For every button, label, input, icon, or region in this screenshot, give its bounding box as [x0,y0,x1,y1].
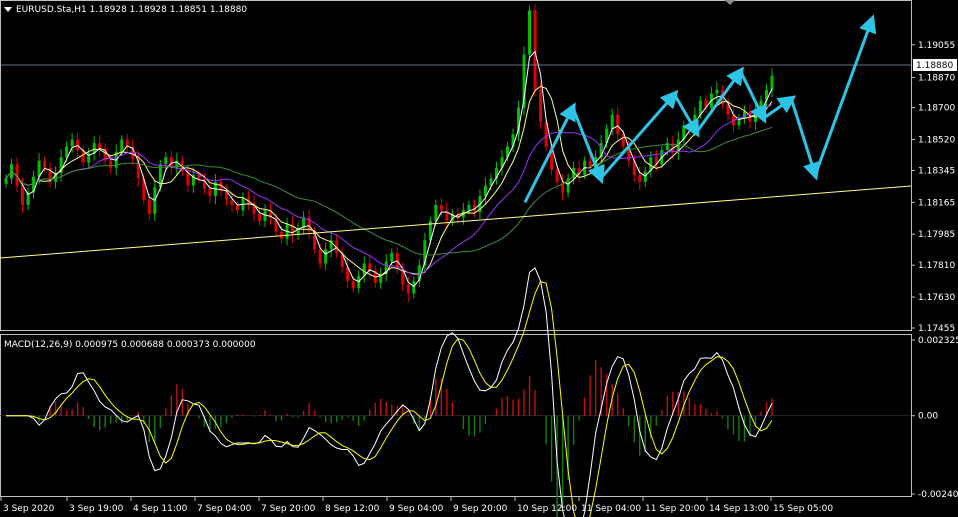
time-tick-label: 4 Sep 11:00 [133,504,188,514]
price-tick-label: 1.18870 [918,74,955,84]
ma-fast-line [5,50,773,288]
price-tick-label: 1.17985 [918,230,955,240]
candle-body [76,139,80,151]
candle-body [406,284,410,294]
price-tick-label: 1.18700 [918,104,955,114]
macd-signal-line [6,281,773,517]
candle-body [616,114,620,135]
projection-arrow [673,93,700,138]
time-tick-label: 3 Sep 19:00 [69,504,124,514]
candle-body [555,169,559,182]
time-tick-label: 14 Sep 13:00 [709,504,769,514]
candle-body [324,249,328,264]
projection-arrow [523,102,576,203]
shift-marker-icon[interactable] [725,0,735,5]
time-tick-label: 7 Sep 20:00 [261,504,316,514]
candle-body [4,178,8,184]
candle-body [434,204,438,221]
time-tick-label: 11 Sep 20:00 [645,504,705,514]
projection-arrows [523,14,877,203]
candle-body [528,10,532,55]
candle-body [257,213,261,221]
candle-body [235,204,239,211]
time-tick-label: 10 Sep 12:00 [517,504,577,514]
candle-body [147,199,151,214]
projection-arrow [599,89,679,180]
time-tick-label: 11 Sep 04:00 [581,504,641,514]
candle-body [715,89,719,94]
projection-arrow [789,98,821,181]
candle-body [280,231,284,239]
candle-body [770,75,774,90]
candle-body [439,204,443,211]
candle-body [318,249,322,264]
candle-body [467,204,471,211]
price-tick-label: 1.17630 [918,293,955,303]
candle-body [202,178,206,190]
moving-averages [5,50,773,288]
candle-body [98,143,102,149]
projection-arrow [813,14,877,176]
candle-body [70,139,74,147]
candle-body [362,263,366,276]
candle-body [120,139,124,152]
candle-body [610,114,614,129]
candle-body [109,160,113,168]
price-tick-label: 1.17455 [918,324,955,334]
candle-body [698,100,702,115]
symbol-header: EURUSD.Sta,H1 1.18928 1.18928 1.18851 1.… [16,5,247,15]
candle-body [21,185,25,205]
candle-body [43,160,47,168]
time-tick-label: 3 Sep 2020 [3,504,55,514]
candle-body [638,174,642,182]
price-tick-label: 1.18165 [918,198,955,208]
price-tick-label: 1.17810 [918,261,955,271]
svg-text:1.18880: 1.18880 [916,61,953,71]
current-price-tag: 1.18880 [0,59,957,71]
time-tick-label: 9 Sep 04:00 [389,504,444,514]
macd-tick-label: 0.00 [918,412,938,422]
candle-body [533,10,537,90]
candle-body [351,281,355,289]
price-tick-label: 1.18520 [918,135,955,145]
time-tick-label: 9 Sep 20:00 [453,504,508,514]
candle-body [208,189,212,197]
time-tick-label: 8 Sep 12:00 [325,504,380,514]
candle-body [412,281,416,294]
macd-header: MACD(12,26,9) 0.000975 0.000688 0.000373… [4,340,256,350]
trading-chart[interactable]: EURUSD.Sta,H1 1.18928 1.18928 1.18851 1.… [0,0,958,517]
macd-tick-label: -0.002404 [918,490,958,500]
chart-menu-triangle-icon[interactable] [4,7,12,12]
candle-body [65,146,69,158]
macd-main-line [6,267,773,517]
time-tick-label: 15 Sep 05:00 [773,504,833,514]
time-tick-label: 7 Sep 04:00 [197,504,252,514]
candle-body [164,157,168,165]
candle-body [687,125,691,129]
price-tick-label: 1.19055 [918,41,955,51]
axes: 1.19055 1.18870 1.18700 1.18520 1.18345 1.181… [0,41,958,514]
macd-tick-label: 0.002325 [918,336,958,346]
projection-arrow [762,95,797,120]
candle-body [483,185,487,197]
macd-indicator [0,267,911,517]
candle-body [539,89,543,122]
price-tick-label: 1.18345 [918,166,955,176]
candle-body [390,252,394,262]
ma-purple-line [5,104,773,276]
